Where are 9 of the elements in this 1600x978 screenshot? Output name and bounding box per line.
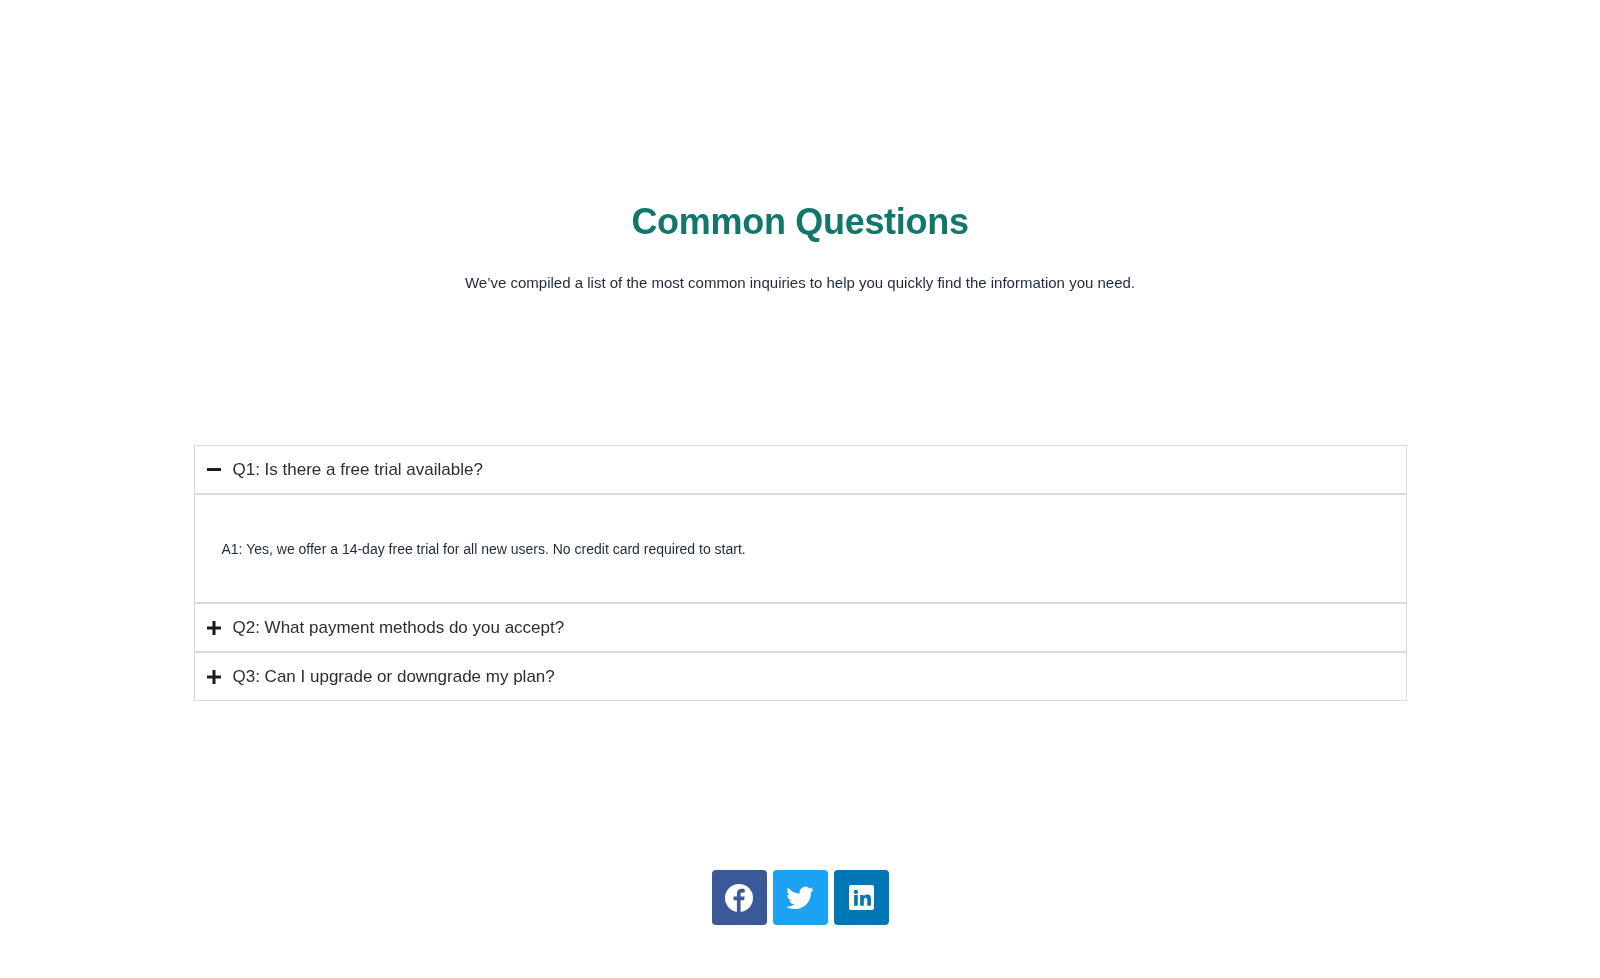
facebook-icon [725,883,753,912]
social-button[interactable] [772,870,828,925]
intro-text: We’ve compiled a list of the most common inquiries to help you quickly find the information you need. [464,273,1136,293]
answer-text: A1: Yes, we offer a 14-day free trial for all new users. No credit card required to start. [221,539,746,559]
page-heading: Common Questions [631,200,969,244]
linkedin-icon [848,885,874,910]
social-button[interactable] [711,870,767,925]
bird-icon [786,886,814,909]
social-button[interactable] [833,870,889,925]
